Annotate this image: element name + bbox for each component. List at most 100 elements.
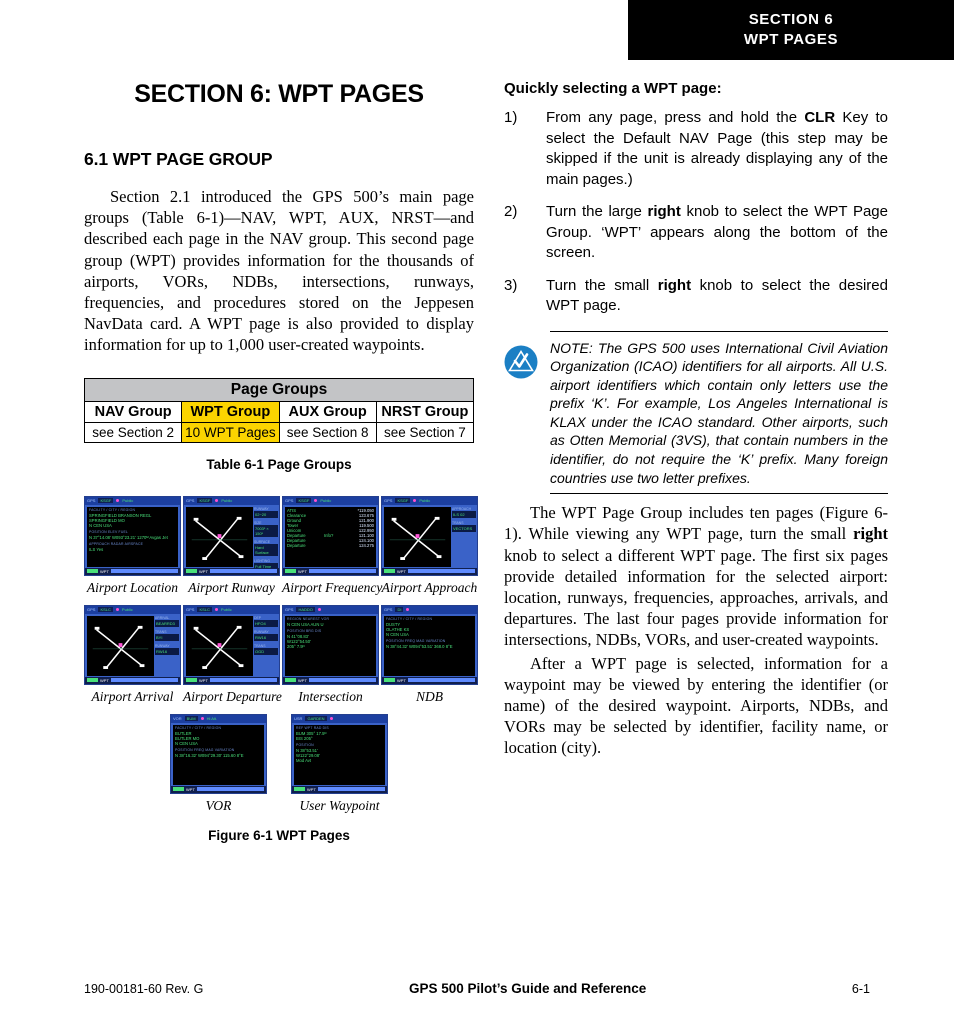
gps-status-dot [317, 608, 321, 612]
gps-unit-label: GPS [186, 607, 195, 613]
gps-side-value: ILS 02 [452, 510, 476, 518]
gps-type-label: Public [220, 607, 232, 613]
gps-position-value: Avgas Jet [149, 534, 168, 540]
gps-page-indicator [110, 678, 178, 683]
gps-page-indicator [407, 569, 475, 574]
gps-nav-tab [384, 569, 395, 574]
gps-screen-user-waypoint: USR GARDEN REF WPT RAD DIS BUM 305° 17.5ᴺ BI… [291, 713, 388, 794]
gps-status-dot [314, 499, 318, 503]
procedure-step: 3) Turn the small right knob to select th… [504, 276, 888, 317]
gps-status-dot [200, 717, 204, 721]
gps-map-area [384, 506, 451, 567]
gps-identifier: KSGF [296, 498, 312, 504]
table-cell-wpt: 10 WPT Pages [181, 421, 280, 443]
gps-bottombar: WPT [85, 676, 180, 684]
figure-row: GPS KSLC Public ARRIVAL BEARRD3 TRANS BYI RUNWA… [84, 604, 478, 705]
wpt-group-text-b: knob to select a different WPT page. The… [504, 545, 888, 650]
gps-type-label: Public [419, 498, 431, 504]
step-emphasis: right [657, 276, 692, 294]
frequency-value: 124.275 [358, 543, 374, 549]
section-header-tab: SECTION 6 WPT PAGES [628, 0, 954, 60]
gps-position-value: N 38°16.32' W094°29.30' [175, 752, 224, 758]
gps-topbar: GPS KSLC Public [85, 605, 180, 614]
figure-item-caption: User Waypoint [299, 797, 380, 813]
gps-type-label: Public [121, 607, 133, 613]
gps-side-panel: RUNWAY 02−20 SIZE 7003ˢ × 150ˢ SURFACE Hard S… [254, 507, 278, 573]
step-number: 2) [504, 203, 518, 220]
garmin-note-icon [504, 339, 550, 488]
gps-side-value: 02−20 [254, 510, 278, 518]
gps-frequency-table: ATIS *119.050 Clearance 123.675 Ground 121.90… [287, 508, 374, 549]
note-rule-bottom [550, 493, 888, 495]
gps-position-value: N 37°14.08' W093°23.21' [89, 534, 138, 540]
figure-row: VOR BUM Hi Alt. FACILITY / CITY / REGION BUT… [84, 713, 474, 814]
gps-approach-value: Yes [96, 546, 104, 552]
gps-side-value: BYI [155, 633, 179, 641]
figure-cell: GPS HADDO REGION NEAREST VOR N CEN USA AUN … [282, 604, 379, 705]
gps-status-dot [215, 499, 219, 503]
figure-cell: USR GARDEN REF WPT RAD DIS BUM 305° 17.5ᴺ BI… [291, 713, 388, 814]
page-title: SECTION 6: WPT PAGES [134, 80, 424, 108]
gps-topbar: GPS KSGF Public [283, 496, 378, 505]
gps-page-indicator [110, 569, 178, 574]
gps-type-label: Public [221, 498, 233, 504]
table-header-nav: NAV Group [83, 400, 183, 423]
gps-frequency-panel: ATIS *119.050 Clearance 123.675 Ground 121.90… [285, 506, 376, 567]
intro-paragraph: Section 2.1 introduced the GPS 500’s mai… [84, 187, 474, 355]
gps-region-value: N CEN USA AUN U [287, 621, 324, 627]
footer-page-number: 6-1 [851, 981, 870, 996]
gps-identifier: KSGF [197, 498, 213, 504]
figure-cell: GPS KSGF Public FACILITY / CITY / REGION SPR… [84, 495, 181, 596]
gps-type-label: Hi Alt. [206, 716, 218, 722]
gps-identifier: KSLC [197, 607, 212, 613]
frequency-name: Departure [287, 543, 306, 549]
gps-page-indicator [209, 569, 277, 574]
table-header-row: NAV Group WPT Group AUX Group NRST Group [83, 400, 475, 423]
gps-bottombar: WPT [292, 785, 387, 793]
footer-document-number: 190-00181-60 Rev. G [84, 981, 204, 996]
figure-cell: VOR BUM Hi Alt. FACILITY / CITY / REGION BUT… [170, 713, 267, 814]
gps-identifier: GARDEN [305, 716, 327, 722]
left-column: SECTION 6: WPT PAGES 6.1 WPT PAGE GROUP … [83, 80, 478, 843]
gps-position-value: 368.0 [434, 643, 446, 649]
gps-screen-airport-arrival: GPS KSLC Public ARRIVAL BEARRD3 TRANS BYI RUNWA… [84, 604, 181, 685]
gps-page-indicator [209, 678, 277, 683]
gps-status-dot [406, 608, 410, 612]
wpt-group-text-a: The WPT Page Group includes ten pages (F… [504, 503, 888, 544]
gps-wpt-tab: WPT [100, 677, 109, 683]
gps-side-block: RUNWAY 02−20 [254, 507, 278, 518]
figure-item-caption: Airport Approach [381, 579, 478, 595]
gps-side-panel: DEP HFO4 RUNWAY RW16 TRANS OGD [254, 616, 278, 658]
gps-side-block: SURFACE Hard Surface [254, 540, 278, 556]
step-number: 1) [504, 109, 518, 126]
gps-frequency-row: Departure 124.275 [287, 543, 374, 548]
page-groups-table: Page Groups NAV Group WPT Group AUX Grou… [83, 377, 475, 443]
gps-screen-ndb: GPS DI FACILITY / CITY / REGION DUSTY OLATHE… [381, 604, 478, 685]
table-cell-aux: see Section 8 [278, 421, 377, 443]
gps-nav-tab [87, 569, 98, 574]
gps-topbar: GPS KSGF Public [382, 496, 477, 505]
gps-screen-airport-runway: GPS KSGF Public RUNWAY 02−20 SIZE 7003ˢ × 150ˢ… [183, 495, 280, 576]
gps-page-indicator [317, 787, 385, 792]
step-text: From any page, press and hold the CLR Ke… [546, 108, 888, 190]
gps-side-block: DEP HFO4 [254, 616, 278, 627]
gps-wpt-tab: WPT [100, 568, 109, 574]
figure-6-1: GPS KSGF Public FACILITY / CITY / REGION SPR… [84, 495, 478, 814]
gps-unit-label: USR [294, 716, 303, 722]
procedure-steps: 1) From any page, press and hold the CLR … [504, 108, 888, 317]
gps-intersection-panel: REGION NEAREST VOR N CEN USA AUN U POSITIO… [285, 615, 376, 676]
gps-side-block: TRANS VECTORS [452, 521, 476, 532]
gps-status-dot [116, 499, 120, 503]
gps-topbar: GPS KSGF Public [85, 496, 180, 505]
header-section-line: SECTION 6 [748, 11, 834, 28]
gps-screen-intersection: GPS HADDO REGION NEAREST VOR N CEN USA AUN … [282, 604, 379, 685]
gps-side-block: RUNWAY RW16 [254, 630, 278, 641]
gps-side-value: Hard Surface [254, 543, 278, 556]
gps-unit-label: GPS [285, 607, 294, 613]
note-text: NOTE: The GPS 500 uses International Civ… [550, 339, 888, 486]
figure-item-caption: Airport Arrival [91, 688, 174, 704]
note-box: NOTE: The GPS 500 uses International Civ… [504, 330, 888, 495]
figure-row: GPS KSGF Public FACILITY / CITY / REGION SPR… [84, 495, 478, 596]
header-title-line: WPT PAGES [743, 31, 839, 48]
step-text: Turn the large right knob to select the … [546, 202, 888, 264]
